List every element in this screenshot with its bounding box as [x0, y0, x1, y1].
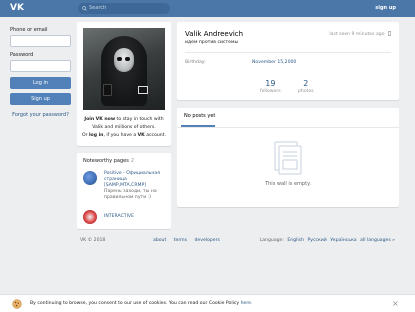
- profile-photo-card: Join VK now to stay in touch with Valik …: [77, 22, 171, 146]
- footer-link-about[interactable]: about: [153, 238, 166, 243]
- phone-email-field[interactable]: [10, 35, 71, 47]
- photos-label: photos: [298, 89, 314, 94]
- last-seen: last seen 9 minutes ago: [329, 31, 392, 37]
- cookie-policy-link[interactable]: here.: [241, 301, 253, 306]
- join-login-link[interactable]: log in: [89, 133, 103, 138]
- noteworthy-count: 2: [130, 158, 134, 164]
- cookie-icon: [12, 299, 22, 309]
- noteworthy-item-text: Positive - Официальная страница [SAMP,MT…: [104, 171, 170, 201]
- mobile-icon: [388, 31, 392, 37]
- cookie-text: By continuing to browse, you consent to …: [30, 301, 252, 306]
- cookie-banner: By continuing to browse, you consent to …: [0, 294, 415, 312]
- photos-counter[interactable]: 2 photos: [298, 79, 314, 94]
- noteworthy-title[interactable]: Noteworthy pages 2: [83, 158, 134, 164]
- empty-wall-text: This wall is empty.: [265, 181, 311, 187]
- password-field[interactable]: [10, 60, 71, 72]
- signup-button[interactable]: Sign up: [10, 93, 71, 105]
- join-line-2: Valik and millions of others.: [92, 125, 156, 130]
- followers-count: 19: [265, 79, 276, 88]
- photo-eye-left: [117, 57, 122, 61]
- language-ukrainian[interactable]: Українська: [330, 238, 356, 243]
- join-or-text: Or: [82, 133, 89, 138]
- footer-link-developers[interactable]: developers: [195, 238, 220, 243]
- join-line-3: Or log in, if you have a VK account.: [81, 132, 167, 140]
- phone-label: Phone or email: [10, 27, 48, 33]
- search-input[interactable]: Search: [78, 3, 170, 14]
- footer-link-terms[interactable]: terms: [174, 238, 187, 243]
- photo-eye-right: [125, 57, 130, 61]
- birthday-value[interactable]: November 15,2000: [252, 60, 296, 65]
- login-form: Phone or email Password Log in Sign up F…: [10, 27, 71, 118]
- join-vk-text: VK: [137, 133, 145, 138]
- photo-phone-shape: [103, 84, 112, 96]
- profile-name: Valik Andreevich: [185, 30, 244, 38]
- noteworthy-pages-card: Noteworthy pages 2 Positive - Официальная…: [77, 153, 171, 229]
- last-seen-text: last seen 9 minutes ago: [329, 32, 385, 37]
- language-selector: Language: English Русский Українська all…: [260, 238, 395, 243]
- noteworthy-item-name[interactable]: Positive - Официальная страница [SAMP,MT…: [104, 171, 170, 189]
- language-all[interactable]: all languages »: [360, 238, 395, 243]
- wall-divider: [177, 127, 399, 128]
- followers-counter[interactable]: 19 followers: [260, 79, 281, 94]
- top-navigation-bar: VK Search sign up: [0, 0, 415, 17]
- forgot-password-link[interactable]: Forgot your password?: [10, 112, 71, 118]
- profile-divider: [185, 52, 391, 53]
- language-label: Language:: [259, 238, 284, 243]
- photo-logo-shape: [138, 86, 148, 94]
- noteworthy-item-text: INTERACTIVE: [104, 214, 170, 220]
- wall-card: No posts yet This wall is empty.: [177, 108, 399, 207]
- join-line-1: Join VK now to stay in touch with: [81, 116, 167, 124]
- password-label: Password: [10, 52, 34, 58]
- vk-logo[interactable]: VK: [10, 3, 24, 14]
- noteworthy-item-name[interactable]: INTERACTIVE: [104, 214, 170, 220]
- profile-counters: 19 followers 2 photos: [177, 76, 399, 100]
- footer-copyright: VK © 2018: [80, 238, 106, 243]
- profile-photo[interactable]: [83, 28, 165, 110]
- cookie-message: By continuing to browse, you consent to …: [30, 301, 241, 306]
- page-avatar[interactable]: [83, 171, 97, 185]
- tab-no-posts[interactable]: No posts yet: [184, 113, 215, 119]
- profile-status: идем против системы: [185, 40, 239, 45]
- birthday-label: Birthday:: [185, 60, 206, 65]
- join-prompt: Join VK now to stay in touch with Valik …: [81, 116, 167, 140]
- language-english[interactable]: English: [287, 238, 304, 243]
- search-icon: [82, 6, 87, 11]
- birthday-row: Birthday: November 15,2000: [185, 60, 391, 65]
- join-now-text: Join VK now: [84, 117, 116, 122]
- page-avatar[interactable]: [83, 210, 97, 224]
- footer-links: about terms developers: [153, 238, 226, 243]
- join-rest-text: to stay in touch with: [115, 117, 164, 122]
- noteworthy-item-sub: Парень заходи, ты на правильном пути :): [104, 189, 157, 200]
- language-russian[interactable]: Русский: [307, 238, 326, 243]
- search-placeholder: Search: [89, 5, 107, 11]
- empty-wall-icon: [274, 141, 302, 175]
- header-signup-link[interactable]: sign up: [375, 5, 396, 11]
- login-button[interactable]: Log in: [10, 77, 71, 89]
- join-end-text: account.: [144, 133, 166, 138]
- join-mid-text: , if you have a: [103, 133, 138, 138]
- photos-count: 2: [303, 79, 309, 88]
- followers-label: followers: [260, 89, 281, 94]
- noteworthy-title-text: Noteworthy pages: [83, 158, 129, 164]
- close-icon[interactable]: ×: [392, 300, 399, 308]
